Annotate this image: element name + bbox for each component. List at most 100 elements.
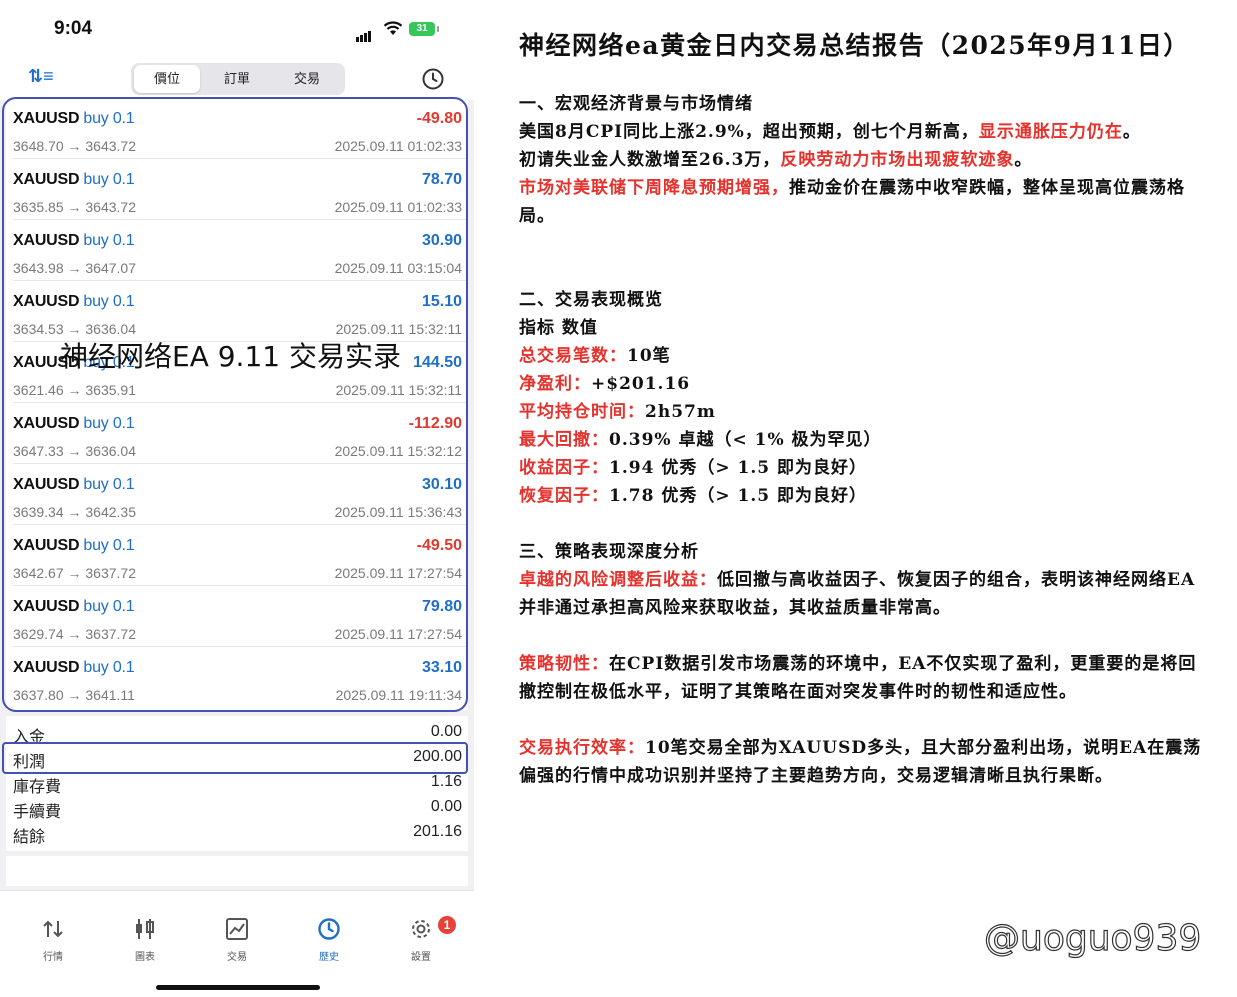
trade-date: 2025.09.11 03:15:04 bbox=[334, 260, 462, 276]
metric-label: 收益因子： bbox=[519, 458, 609, 478]
trade-symbol: XAUUSD bbox=[13, 476, 80, 493]
trade-symbol: XAUUSD bbox=[13, 537, 80, 554]
macro-fed-paragraph: 市场对美联储下周降息预期增强，推动金价在震荡中收窄跌幅，整体呈现高位震荡格局。 bbox=[519, 174, 1209, 230]
trade-side: buy 0.1 bbox=[83, 232, 135, 249]
trade-profit: 30.90 bbox=[421, 232, 462, 249]
metric-row: 收益因子：1.94 优秀（> 1.5 即为良好） bbox=[519, 454, 1209, 482]
trade-symbol: XAUUSD bbox=[13, 232, 80, 249]
tab-orders[interactable]: 訂單 bbox=[204, 65, 270, 93]
trade-row[interactable]: XAUUSD buy 0.1 3648.70 → 3643.72 -49.80 2… bbox=[6, 98, 468, 159]
trade-symbol: XAUUSD bbox=[13, 110, 80, 127]
trade-prices: 3642.67 → 3637.72 bbox=[13, 565, 136, 581]
trade-row[interactable]: XAUUSD buy 0.1 3637.80 → 3641.11 33.10 20… bbox=[6, 647, 468, 708]
trade-list: XAUUSD buy 0.1 3648.70 → 3643.72 -49.80 2… bbox=[6, 98, 468, 710]
segmented-tabs: 價位 訂單 交易 bbox=[131, 63, 345, 95]
section-heading: 二、交易表现概览 bbox=[519, 290, 663, 310]
quotes-arrows-icon bbox=[40, 920, 66, 945]
macro-highlight: 反映劳动力市场出现疲软迹象 bbox=[780, 150, 1015, 170]
summary-value: 200.00 bbox=[413, 748, 462, 765]
trade-date: 2025.09.11 15:32:11 bbox=[335, 382, 462, 398]
macro-text: 美国8月CPI同比上涨2.9%，超出预期，创七个月新高， bbox=[519, 122, 979, 142]
macro-highlight: 显示通胀压力仍在 bbox=[978, 122, 1123, 142]
trade-side: buy 0.1 bbox=[83, 110, 135, 127]
candlestick-chart-icon bbox=[132, 919, 158, 945]
trade-prices: 3643.98 → 3647.07 bbox=[13, 260, 136, 276]
nav-charts[interactable]: 圖表 bbox=[115, 917, 175, 963]
summary-commission: 手續費 0.00 bbox=[13, 795, 462, 821]
trade-row[interactable]: XAUUSD buy 0.1 3642.67 → 3637.72 -49.50 2… bbox=[6, 525, 468, 586]
analysis-label: 策略韧性： bbox=[519, 654, 609, 674]
metric-value: 10笔 bbox=[627, 346, 671, 366]
trade-row[interactable]: XAUUSD buy 0.1 3634.53 → 3636.04 15.10 20… bbox=[6, 281, 468, 342]
trade-symbol: XAUUSD bbox=[13, 659, 80, 676]
wifi-icon bbox=[383, 20, 403, 41]
analysis-label: 卓越的风险调整后收益： bbox=[519, 570, 717, 590]
analysis-execution-paragraph: 交易执行效率：10笔交易全部为XAUUSD多头，且大部分盈利出场，说明EA在震荡… bbox=[519, 734, 1209, 790]
summary-value: 1.16 bbox=[430, 773, 462, 790]
history-toolbar: ⇅≡ 價位 訂單 交易 bbox=[0, 56, 474, 100]
metric-label: 最大回撤： bbox=[519, 430, 609, 450]
trade-symbol: XAUUSD bbox=[13, 293, 80, 310]
trade-symbol: XAUUSD bbox=[13, 598, 80, 615]
section-heading: 一、宏观经济背景与市场情绪 bbox=[519, 94, 753, 114]
metric-value: 1.78 优秀（> 1.5 即为良好） bbox=[609, 486, 867, 506]
summary-label: 入金 bbox=[13, 729, 46, 746]
trade-profit: 33.10 bbox=[421, 659, 462, 676]
summary-label: 利潤 bbox=[13, 754, 46, 771]
mt-history-screen: 9:04 31 ⇅≡ 價位 訂單 交易 XAUUSD buy 0.1 3648.7… bbox=[0, 0, 474, 997]
trade-prices: 3629.74 → 3637.72 bbox=[13, 626, 136, 642]
trade-date: 2025.09.11 17:27:54 bbox=[334, 565, 462, 581]
section-analysis: 三、策略表现深度分析 卓越的风险调整后收益：低回撤与高收益因子、恢复因子的组合，… bbox=[519, 538, 1209, 790]
metric-label: 恢复因子： bbox=[519, 486, 609, 506]
trade-date: 2025.09.11 01:02:33 bbox=[334, 199, 462, 215]
section-heading: 三、策略表现深度分析 bbox=[519, 542, 699, 562]
trade-side: buy 0.1 bbox=[83, 598, 135, 615]
analysis-text: 在CPI数据引发市场震荡的环境中，EA不仅实现了盈利，更重要的是将回撤控制在极低… bbox=[519, 654, 1197, 702]
trade-row[interactable]: XAUUSD buy 0.1 3629.74 → 3637.72 79.80 20… bbox=[6, 586, 468, 647]
nav-trade[interactable]: 交易 bbox=[207, 917, 267, 963]
notification-badge: 1 bbox=[438, 916, 456, 934]
summary-balance: 結餘 201.16 bbox=[13, 820, 462, 846]
watermark-handle: @uoguo939 bbox=[983, 917, 1202, 959]
period-clock-icon[interactable] bbox=[421, 67, 445, 96]
macro-text: 。 bbox=[1122, 122, 1141, 142]
bottom-nav: 行情 圖表 交易 歷史 設置 bbox=[0, 890, 474, 997]
trade-row[interactable]: XAUUSD buy 0.1 3647.33 → 3636.04 -112.90 … bbox=[6, 403, 468, 464]
summary-label: 手續費 bbox=[13, 804, 62, 821]
trade-row[interactable]: XAUUSD buy 0.1 3639.34 → 3642.35 30.10 20… bbox=[6, 464, 468, 525]
summary-profit: 利潤 200.00 bbox=[13, 745, 462, 771]
trade-prices: 3639.34 → 3642.35 bbox=[13, 504, 136, 520]
macro-jobless-paragraph: 初请失业金人数激增至26.3万，反映劳动力市场出现疲软迹象。 bbox=[519, 146, 1209, 174]
summary-value: 0.00 bbox=[430, 798, 462, 815]
metric-value: +$201.16 bbox=[591, 374, 691, 394]
nav-history[interactable]: 歷史 bbox=[299, 917, 359, 963]
metric-value: 0.39% 卓越（< 1% 极为罕见） bbox=[609, 430, 882, 450]
trade-profit: 79.80 bbox=[421, 598, 462, 615]
nav-label: 交易 bbox=[227, 952, 247, 963]
metric-row: 净盈利：+$201.16 bbox=[519, 370, 1209, 398]
trade-profit: -49.50 bbox=[416, 537, 462, 554]
trade-profit: 78.70 bbox=[421, 171, 462, 188]
trade-prices: 3621.46 → 3635.91 bbox=[13, 382, 136, 398]
macro-cpi-paragraph: 美国8月CPI同比上涨2.9%，超出预期，创七个月新高，显示通胀压力仍在。 bbox=[519, 118, 1209, 146]
tab-deals[interactable]: 交易 bbox=[274, 65, 340, 93]
nav-quotes[interactable]: 行情 bbox=[23, 917, 83, 963]
metric-label: 总交易笔数： bbox=[519, 346, 627, 366]
trade-row[interactable]: XAUUSD buy 0.1 3635.85 → 3643.72 78.70 20… bbox=[6, 159, 468, 220]
tab-positions[interactable]: 價位 bbox=[134, 65, 200, 93]
trade-prices: 3647.33 → 3636.04 bbox=[13, 443, 136, 459]
metric-value: 1.94 优秀（> 1.5 即为良好） bbox=[609, 458, 867, 478]
trade-profit: -112.90 bbox=[408, 415, 462, 432]
nav-label: 歷史 bbox=[319, 952, 339, 963]
summary-label: 庫存費 bbox=[13, 779, 62, 796]
trade-symbol: XAUUSD bbox=[13, 415, 80, 432]
summary-value: 201.16 bbox=[413, 823, 462, 840]
trade-profit: -49.80 bbox=[416, 110, 462, 127]
trade-row[interactable]: XAUUSD buy 0.1 3643.98 → 3647.07 30.90 20… bbox=[6, 220, 468, 281]
trade-chart-icon bbox=[224, 918, 250, 945]
metric-row: 总交易笔数：10笔 bbox=[519, 342, 1209, 370]
section-performance: 二、交易表现概览 指标 数值 总交易笔数：10笔 净盈利：+$201.16 平均… bbox=[519, 286, 1209, 510]
history-clock-icon bbox=[316, 918, 342, 945]
sort-icon[interactable]: ⇅≡ bbox=[28, 66, 54, 87]
empty-panel bbox=[6, 856, 468, 886]
